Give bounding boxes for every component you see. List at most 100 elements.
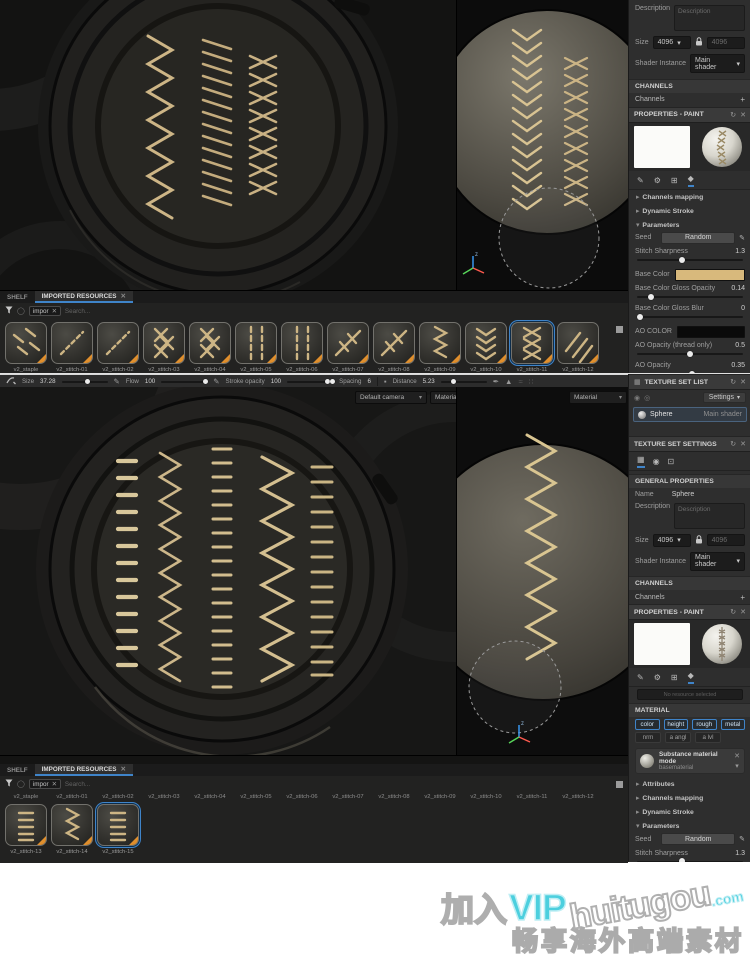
resource-thumbnail[interactable]: v2_stitch-02	[97, 322, 139, 373]
close-icon[interactable]: ✕	[740, 378, 746, 386]
tab-shelf-2[interactable]: SHELF	[0, 764, 35, 776]
lazy-mouse-icon[interactable]: ✒	[493, 377, 499, 386]
viewport-3d-detail-2[interactable]: Material ▾ z	[457, 387, 628, 755]
filter-funnel-icon-2[interactable]	[5, 779, 13, 789]
channel-toggle-button[interactable]: rough	[692, 719, 717, 730]
shading-select-right[interactable]: Material ▾	[569, 391, 627, 404]
param-slider[interactable]	[637, 293, 743, 300]
material-sphere-preview[interactable]	[702, 126, 742, 167]
material-mode-widget[interactable]: Substance material mode basematerial ✕ ▾	[635, 748, 745, 774]
tab-imported-resources[interactable]: IMPORTED RESOURCES ✕	[34, 291, 133, 303]
seed-random-button[interactable]: Random	[661, 231, 736, 244]
search-input-2[interactable]: Search...	[65, 781, 90, 788]
alpha-preview[interactable]	[634, 125, 690, 168]
expand-material-icon[interactable]: ▾	[735, 762, 739, 770]
channel-toggle-button[interactable]: height	[663, 719, 688, 730]
description-field[interactable]: Description	[674, 5, 745, 31]
distance-slider[interactable]	[440, 378, 487, 384]
align-dot-icon[interactable]: ▪	[384, 377, 387, 386]
seed-random-button-2[interactable]: Random	[661, 833, 736, 845]
refresh-icon-2[interactable]: ↻	[730, 440, 736, 448]
settings-gear-icon[interactable]: ⚙	[654, 176, 661, 187]
section-channels-mapping-2[interactable]: ▸ Channels mapping	[629, 791, 750, 805]
resource-thumbnail[interactable]: v2_stitch-08	[373, 322, 415, 373]
refresh-icon[interactable]: ↻	[730, 378, 736, 386]
channel-toggle-button-secondary[interactable]: a angl	[665, 732, 691, 743]
resource-thumbnail[interactable]: v2_staple	[5, 322, 47, 373]
resource-thumbnail[interactable]: v2_stitch-12	[557, 322, 599, 373]
resource-thumbnail[interactable]: v2_stitch-10	[465, 322, 507, 373]
thumbnail-size-grip-2[interactable]	[616, 780, 623, 788]
description-field-2[interactable]: Description	[674, 502, 745, 529]
tag-close-icon[interactable]: ✕	[52, 308, 57, 315]
expand-tab-icon[interactable]: ⊡	[668, 457, 675, 468]
lock-icon[interactable]	[695, 37, 703, 48]
section-attributes[interactable]: ▸ Attributes	[629, 777, 750, 791]
thumbnail-size-grip[interactable]	[616, 326, 623, 333]
resource-thumbnail[interactable]: v2_stitch-09	[419, 322, 461, 373]
section-dynamic-stroke-2[interactable]: ▸ Dynamic Stroke	[629, 805, 750, 819]
param-slider[interactable]	[637, 350, 743, 357]
stroke-opacity-slider[interactable]	[287, 378, 336, 384]
color-swatch[interactable]	[674, 268, 745, 281]
resource-thumbnail[interactable]: v2_stitch-04	[189, 322, 231, 373]
material-tool-icon[interactable]: ◆	[687, 174, 694, 187]
viewport-3d-detail-1[interactable]: z	[457, 0, 628, 290]
viewport-3d-main-1[interactable]	[0, 0, 457, 290]
alpha-preview-2[interactable]	[634, 623, 690, 665]
material-tool-icon-2[interactable]: ◆	[687, 671, 694, 684]
brush-tool-icon[interactable]: ✎	[637, 176, 644, 187]
filter-funnel-icon[interactable]	[5, 306, 13, 316]
resource-thumbnail[interactable]: v2_stitch-01	[51, 322, 93, 373]
close-icon-2[interactable]: ✕	[740, 440, 746, 448]
material-sphere-preview-2[interactable]	[702, 624, 742, 664]
resource-thumbnail[interactable]: v2_stitch-06	[281, 322, 323, 373]
section-channels-mapping[interactable]: ▸ Channels mapping	[629, 190, 750, 204]
tab-close-icon-2[interactable]: ✕	[121, 766, 126, 773]
filter-tag[interactable]: impor ✕	[28, 306, 61, 316]
mesh-tab-icon[interactable]: ◉	[653, 457, 660, 468]
channel-toggle-button[interactable]: metal	[720, 719, 745, 730]
shader-instance-select-2[interactable]: Main shader ▾	[689, 551, 745, 571]
resource-thumbnail[interactable]: v2_stitch-14	[51, 804, 93, 855]
resource-thumbnail[interactable]: v2_stitch-03	[143, 322, 185, 373]
brush-tool-icon-2[interactable]: ✎	[637, 673, 644, 684]
size-pressure-icon[interactable]: ✎	[114, 377, 120, 386]
grid-snap-icon[interactable]: ∷	[529, 377, 534, 386]
shading-select[interactable]: Material▾	[430, 391, 456, 404]
tab-shelf[interactable]: SHELF	[0, 291, 35, 303]
color-filter-icon-2[interactable]: ◯	[17, 780, 25, 788]
section-dynamic-stroke[interactable]: ▸ Dynamic Stroke	[629, 204, 750, 218]
wave-sync-icon[interactable]: ≈	[518, 377, 522, 386]
section-parameters[interactable]: ▾ Parameters	[629, 218, 750, 232]
size-select[interactable]: 4096 ▾	[652, 36, 691, 49]
visibility-eye-icon-2[interactable]: ◎	[644, 394, 650, 402]
search-input[interactable]: Search...	[65, 308, 90, 315]
resource-thumbnail[interactable]: v2_stitch-07	[327, 322, 369, 373]
section-parameters-2[interactable]: ▾ Parameters	[629, 819, 750, 833]
close-icon-3[interactable]: ✕	[740, 608, 746, 616]
channel-toggle-button-secondary[interactable]: a lvl	[695, 732, 721, 743]
reset-icon-2[interactable]: ↻	[730, 608, 736, 616]
symmetry-icon[interactable]: ▲	[505, 377, 512, 386]
settings-gear-icon-2[interactable]: ⚙	[654, 673, 661, 684]
remove-material-icon[interactable]: ✕	[734, 752, 740, 760]
resource-thumbnail[interactable]: v2_stitch-11	[511, 322, 553, 373]
resource-thumbnail[interactable]: v2_stitch-13	[5, 804, 47, 855]
flow-pressure-icon[interactable]: ✎	[213, 377, 219, 386]
size-locked-field[interactable]: 4096	[706, 36, 745, 49]
color-swatch[interactable]	[676, 325, 745, 338]
close-icon[interactable]: ✕	[740, 111, 746, 119]
settings-button[interactable]: Settings ▾	[702, 392, 746, 403]
edit-pencil-icon[interactable]: ✎	[739, 234, 745, 242]
camera-select[interactable]: Default camera ▾	[355, 391, 427, 404]
add-channel-button-2[interactable]: +	[740, 593, 745, 602]
flow-slider[interactable]	[161, 378, 208, 384]
texture-set-row-sphere[interactable]: Sphere Main shader	[633, 407, 747, 422]
param-slider[interactable]	[637, 858, 743, 862]
filter-tag-2[interactable]: impor ✕	[28, 779, 61, 789]
size-locked-field-2[interactable]: 4096	[706, 534, 745, 546]
channel-toggle-button[interactable]: color	[635, 719, 660, 730]
resource-thumbnail[interactable]: v2_stitch-05	[235, 322, 277, 373]
color-filter-icon[interactable]: ◯	[17, 307, 25, 315]
